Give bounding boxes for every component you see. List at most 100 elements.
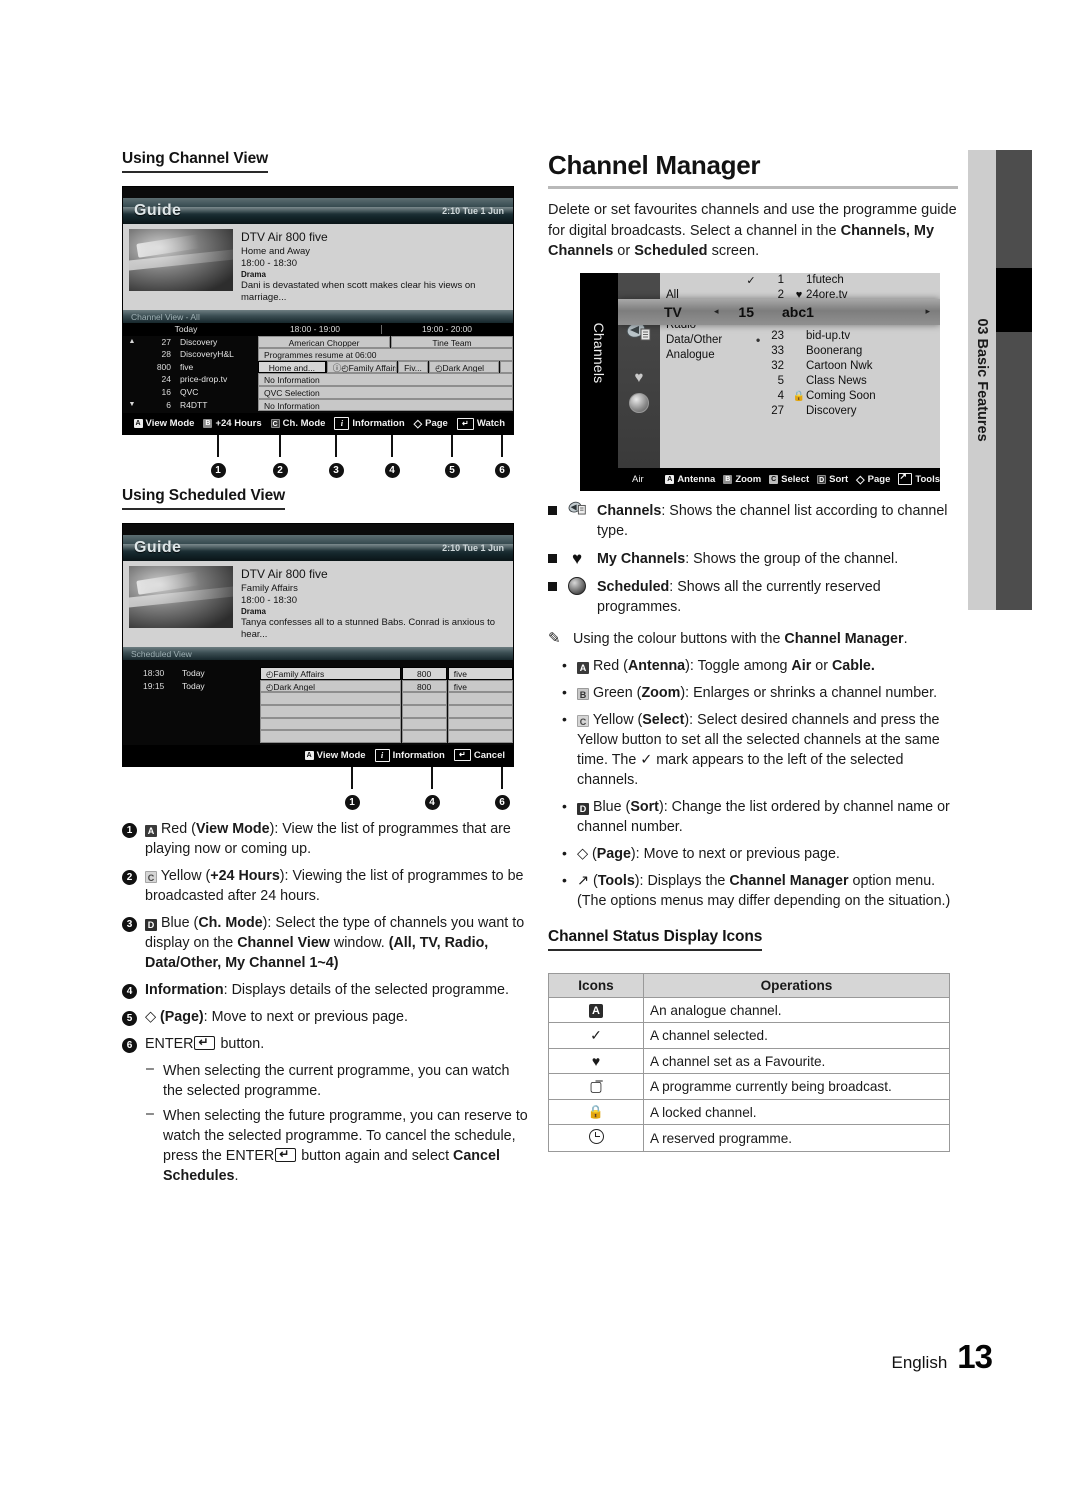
highlight-right-arrow-icon[interactable]: ▸ — [925, 306, 930, 317]
row-scroll-arrow-icon[interactable] — [123, 373, 141, 386]
table-row[interactable] — [123, 717, 513, 731]
table-row[interactable]: 16 QVC QVC Selection — [123, 386, 513, 399]
table-row[interactable]: ▼ 6 R4DTT No Information — [123, 398, 513, 412]
guide-button[interactable]: ↵ Watch — [456, 417, 505, 430]
row-scroll-arrow-icon[interactable] — [123, 386, 141, 399]
scheduled-button[interactable]: A View Mode — [304, 750, 366, 761]
channel-name: DiscoveryH&L — [180, 349, 234, 360]
channel-manager-button[interactable]: B Zoom — [723, 474, 761, 485]
channel-manager-button[interactable]: D Sort — [817, 474, 848, 485]
colour-key-c-icon: C — [769, 474, 779, 484]
colour-key-d-icon: D — [817, 474, 827, 484]
programme-block[interactable]: ⓘ◴Family Affairs — [326, 360, 397, 374]
table-row: A An analogue channel. — [548, 997, 950, 1023]
channel-row[interactable]: 27 Discovery — [744, 404, 932, 419]
programme-block[interactable]: QVC Selection — [258, 386, 513, 399]
channel-row[interactable]: ✓ 1 1futech — [744, 273, 932, 288]
numbered-instruction-list: 1A Red (View Mode): View the list of pro… — [122, 819, 532, 1186]
scheduled-programme[interactable] — [260, 717, 401, 731]
row-scroll-arrow-icon[interactable]: ▼ — [123, 399, 141, 412]
programme-block[interactable]: American Chopper — [258, 335, 391, 349]
heart-icon[interactable]: ♥ — [635, 369, 644, 386]
channel-manager-buttons[interactable]: AAntenna BZoom CSelect DSort ◇Page Tools — [665, 471, 940, 486]
scheduled-time — [141, 705, 179, 718]
scheduled-programme[interactable] — [260, 705, 401, 718]
pencil-icon: ✎ — [548, 629, 561, 647]
channel-row[interactable]: 32 Cartoon Nwk — [744, 359, 932, 374]
callout-marker: 6 — [494, 435, 510, 479]
row-scroll-arrow-icon[interactable] — [123, 348, 141, 361]
table-row[interactable]: 800 five Home and... ⓘ◴Family Affairs Fiv...… — [123, 360, 513, 374]
table-row[interactable] — [123, 730, 513, 743]
programme-block[interactable]: Tine Team — [391, 335, 513, 349]
programme-block[interactable]: Fiv... — [397, 360, 429, 374]
table-row[interactable] — [123, 705, 513, 718]
scheduled-programme[interactable]: ◴Family Affairs — [260, 667, 401, 680]
guide-button[interactable]: A View Mode — [133, 418, 194, 429]
table-row[interactable]: ▲ 27 Discovery American Chopper Tine Team — [123, 335, 513, 349]
table-row[interactable]: 28 DiscoveryH&L Programmes resume at 06:00 — [123, 348, 513, 361]
guide-button[interactable]: i Information — [334, 417, 405, 431]
scheduled-button-row[interactable]: A View Mode i Information ↵ Cancel — [304, 748, 505, 762]
channel-category[interactable]: Data/Other — [666, 333, 744, 348]
guide-button-bar[interactable]: A View Mode B +24 Hours C Ch. Mode i Informatio… — [123, 413, 513, 435]
programme-block[interactable]: ◴Dark Angel — [429, 360, 500, 374]
guide-button[interactable]: B +24 Hours — [203, 418, 262, 429]
channel-manager-button[interactable]: ◇ Page — [856, 473, 890, 486]
colour-key-a-icon: A — [133, 419, 143, 429]
scheduled-button-bar[interactable]: A View Mode i Information ↵ Cancel — [123, 744, 513, 766]
programme-block[interactable]: No Information — [258, 373, 513, 387]
guide-button-row[interactable]: A View Mode B +24 Hours C Ch. Mode i Informatio… — [133, 417, 505, 431]
callout-number: 5 — [444, 463, 460, 479]
scheduled-number — [401, 705, 447, 718]
table-row[interactable]: 19:15 Today ◴Dark Angel 800 five — [123, 679, 513, 693]
highlight-left-arrow-icon[interactable]: ◂ — [714, 306, 719, 317]
channel-row[interactable]: 23 bid-up.tv — [744, 329, 932, 344]
scheduled-view-label: Scheduled View — [131, 649, 192, 660]
channel-number: 32 — [771, 360, 784, 373]
channel-manager-button[interactable]: A Antenna — [665, 474, 715, 485]
status-icon-cell: 🔒 — [548, 1099, 644, 1125]
list-item-text: ENTER button. — [145, 1034, 264, 1054]
programme-block[interactable]: Programmes resume at 06:00 — [258, 348, 513, 361]
table-row[interactable] — [123, 692, 513, 706]
row-scroll-arrow-icon[interactable] — [123, 361, 141, 374]
channel-rows-bottom[interactable]: 3BBC World23bid-up.tv33Boonerang32Cartoo… — [744, 314, 932, 419]
guide-button[interactable]: C Ch. Mode — [270, 418, 325, 429]
channel-manager-button[interactable]: Tools — [898, 471, 940, 486]
programme-block[interactable]: Home and... — [258, 360, 326, 374]
status-operation-cell: A reserved programme. — [643, 1124, 950, 1152]
channel-category[interactable]: Analogue — [666, 348, 744, 363]
list-item: • A Red (Antenna): Toggle among Air or Ca… — [562, 656, 958, 676]
row-scroll-arrow-icon[interactable]: ▲ — [123, 336, 141, 349]
col-header-icons: Icons — [548, 973, 644, 998]
clock-icon[interactable] — [629, 392, 649, 413]
scheduled-button[interactable]: i Information — [374, 748, 445, 762]
scheduled-programme[interactable] — [260, 692, 401, 706]
table-row[interactable]: 18:30 Today ◴Family Affairs 800 five — [123, 667, 513, 680]
channel-manager-button-bar[interactable]: Air AAntenna BZoom CSelect DSort ◇Page Tools — [618, 467, 940, 491]
channel-category[interactable] — [666, 273, 744, 288]
programme-block[interactable] — [500, 360, 513, 374]
channel-highlight-row[interactable]: TV ◂ 15 abc1 ▸ — [618, 298, 940, 325]
list-item: 4 Information: Displays details of the se… — [122, 980, 532, 1000]
scheduled-number — [401, 692, 447, 706]
list-item: • D Blue (Sort): Change the list ordered … — [562, 797, 958, 837]
scheduled-programme[interactable]: ◴Dark Angel — [260, 679, 401, 693]
channel-row[interactable]: 4 🔒 Coming Soon — [744, 389, 932, 404]
guide-button[interactable]: ◇ Page — [414, 417, 448, 430]
list-item-text: B Green (Zoom): Enlarges or shrinks a ch… — [577, 683, 937, 703]
callout-row-channel-view: 1 2 3 4 5 6 — [122, 435, 532, 481]
channel-row[interactable]: 5 Class News — [744, 374, 932, 389]
chapter-strip-active — [996, 268, 1032, 332]
page-updown-icon: ◇ — [413, 418, 423, 431]
programme-block[interactable]: No Information — [258, 398, 513, 412]
scheduled-programme[interactable] — [260, 730, 401, 743]
scheduled-button[interactable]: ↵ Cancel — [453, 749, 505, 762]
channel-row[interactable]: 33 Boonerang — [744, 344, 932, 359]
programme-info: DTV Air 800 five Home and Away 18:00 - 1… — [241, 229, 507, 304]
channel-manager-button[interactable]: C Select — [769, 474, 809, 485]
channel-number: 28 — [161, 349, 171, 360]
table-row[interactable]: 24 price-drop.tv No Information — [123, 373, 513, 387]
heading-using-channel-view: Using Channel View — [122, 150, 268, 173]
